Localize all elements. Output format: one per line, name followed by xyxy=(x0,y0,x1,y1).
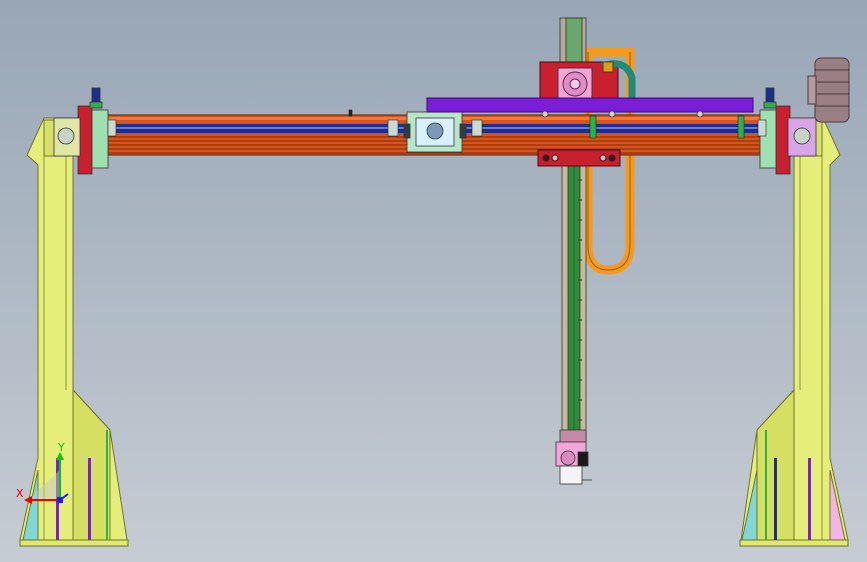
x-axis-label: X xyxy=(16,487,24,500)
purple-top-rail xyxy=(426,97,754,113)
y-axis-label: Y xyxy=(57,441,65,454)
viewport-background xyxy=(0,0,867,562)
carriage-gearbox xyxy=(557,67,593,101)
center-bearing-block xyxy=(403,111,467,153)
gantry-robot-drawing: X Y xyxy=(0,0,867,562)
